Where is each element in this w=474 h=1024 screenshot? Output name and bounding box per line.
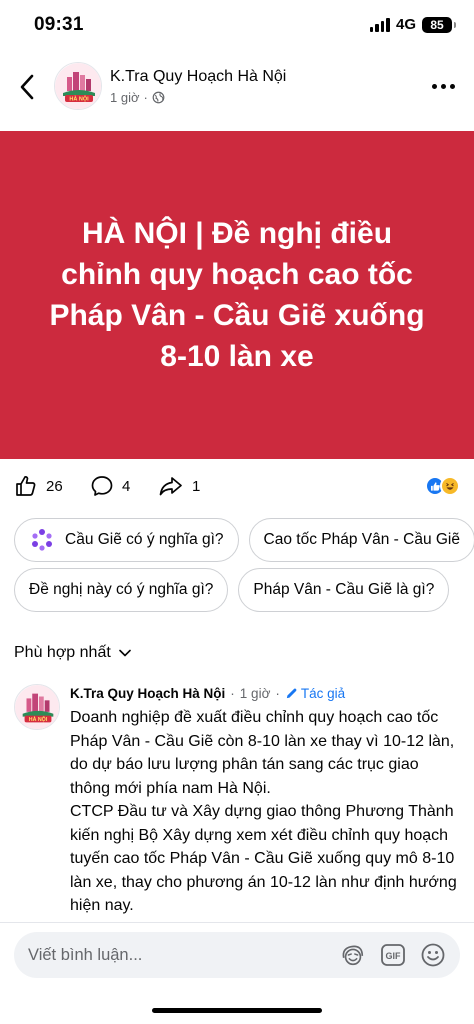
comment-button[interactable]: 4 bbox=[90, 474, 130, 498]
more-options-button[interactable] bbox=[428, 74, 458, 98]
like-count: 26 bbox=[46, 477, 63, 495]
comment-author[interactable]: K.Tra Quy Hoạch Hà Nội bbox=[70, 686, 225, 701]
suggestion-label: Đề nghị này có ý nghĩa gì? bbox=[29, 581, 214, 598]
divider bbox=[0, 922, 474, 923]
more-horizontal-icon bbox=[431, 83, 437, 89]
chevron-left-icon bbox=[20, 74, 34, 100]
cellular-signal-icon bbox=[369, 17, 390, 32]
suggestion-chip[interactable]: Đề nghị này có ý nghĩa gì? bbox=[14, 568, 229, 612]
suggestion-chip[interactable]: Cầu Giẽ có ý nghĩa gì? bbox=[14, 518, 239, 562]
haha-reaction-icon bbox=[440, 476, 460, 496]
post-header: HÀ NỘI K.Tra Quy Hoạch Hà Nội 1 giờ · bbox=[0, 52, 474, 130]
gif-button[interactable]: GIF bbox=[380, 942, 406, 968]
comment-input[interactable] bbox=[28, 945, 340, 965]
comment-header: K.Tra Quy Hoạch Hà Nội · 1 giờ · Tác giả bbox=[70, 686, 345, 701]
suggestion-row-2: Đề nghị này có ý nghĩa gì? Pháp Vân - Cầ… bbox=[14, 568, 450, 612]
reaction-summary[interactable] bbox=[425, 476, 460, 496]
avatar-sticker-button[interactable] bbox=[340, 942, 366, 968]
suggestion-chip[interactable]: Cao tốc Pháp Vân - Cầu Giẽ bbox=[248, 518, 474, 562]
suggestion-label: Cầu Giẽ có ý nghĩa gì? bbox=[65, 531, 224, 548]
emoji-button[interactable] bbox=[420, 942, 446, 968]
pencil-icon bbox=[286, 688, 297, 699]
svg-text:HÀ NỘI: HÀ NỘI bbox=[69, 95, 89, 103]
globe-icon bbox=[152, 91, 165, 104]
suggestion-row-1: Cầu Giẽ có ý nghĩa gì? Cao tốc Pháp Vân … bbox=[14, 518, 474, 562]
composer-actions: GIF bbox=[340, 942, 446, 968]
smiley-icon bbox=[421, 943, 445, 967]
author-badge: Tác giả bbox=[285, 686, 345, 701]
post-time: 1 giờ bbox=[110, 90, 140, 105]
home-indicator[interactable] bbox=[152, 1008, 322, 1013]
svg-text:HÀ NỘI: HÀ NỘI bbox=[29, 715, 48, 723]
status-time: 09:31 bbox=[34, 14, 84, 35]
suggestion-label: Cao tốc Pháp Vân - Cầu Giẽ bbox=[263, 531, 460, 548]
comment-paragraph: Doanh nghiệp đề xuất điều chỉnh quy hoạc… bbox=[70, 709, 455, 797]
comment-count: 4 bbox=[122, 477, 131, 495]
meta-ai-sparkle-icon bbox=[32, 529, 52, 551]
comment-sort-dropdown[interactable]: Phù hợp nhất bbox=[14, 644, 131, 662]
network-type: 4G bbox=[395, 16, 416, 33]
comment-body: Doanh nghiệp đề xuất điều chỉnh quy hoạc… bbox=[70, 706, 462, 918]
chevron-down-icon bbox=[118, 649, 131, 657]
sort-label: Phù hợp nhất bbox=[14, 644, 111, 661]
svg-text:GIF: GIF bbox=[386, 951, 402, 961]
back-button[interactable] bbox=[12, 72, 42, 102]
comment-separator: · bbox=[275, 686, 280, 701]
post-meta: 1 giờ · bbox=[110, 90, 165, 105]
share-button[interactable]: 1 bbox=[158, 474, 200, 498]
share-count: 1 bbox=[192, 477, 201, 495]
banner-title: HÀ NỘI | Đề nghị điều chỉnh quy hoạch ca… bbox=[49, 217, 425, 373]
thumbs-up-icon bbox=[16, 476, 36, 496]
page-logo-icon: HÀ NỘI bbox=[15, 685, 59, 729]
status-indicators: 4G 85 bbox=[369, 16, 456, 33]
page-logo-icon: HÀ NỘI bbox=[55, 63, 101, 109]
comment-composer: GIF bbox=[14, 932, 460, 978]
author-badge-label: Tác giả bbox=[300, 686, 346, 701]
comment-time: 1 giờ bbox=[239, 686, 271, 701]
status-bar: 09:31 4G 85 bbox=[0, 0, 474, 52]
suggestion-chip[interactable]: Pháp Vân - Cầu Giẽ là gì? bbox=[238, 568, 450, 612]
comment-paragraph: CTCP Đầu tư và Xây dựng giao thông Phươn… bbox=[70, 803, 457, 914]
avatar-sticker-icon bbox=[342, 945, 364, 966]
comment-separator: · bbox=[230, 686, 235, 701]
like-button[interactable]: 26 bbox=[14, 474, 63, 498]
battery-icon: 85 bbox=[422, 16, 456, 33]
reaction-bar: 26 4 1 bbox=[0, 468, 474, 504]
meta-separator: · bbox=[143, 90, 148, 105]
suggestion-label: Pháp Vân - Cầu Giẽ là gì? bbox=[253, 581, 435, 598]
page-name[interactable]: K.Tra Quy Hoạch Hà Nội bbox=[110, 68, 286, 86]
comment-bubble-icon bbox=[91, 476, 113, 496]
page-avatar[interactable]: HÀ NỘI bbox=[54, 62, 102, 110]
gif-icon: GIF bbox=[381, 944, 405, 966]
comment-avatar[interactable]: HÀ NỘI bbox=[14, 684, 60, 730]
share-arrow-icon bbox=[159, 477, 182, 496]
post-image-banner[interactable]: HÀ NỘI | Đề nghị điều chỉnh quy hoạch ca… bbox=[0, 131, 474, 459]
